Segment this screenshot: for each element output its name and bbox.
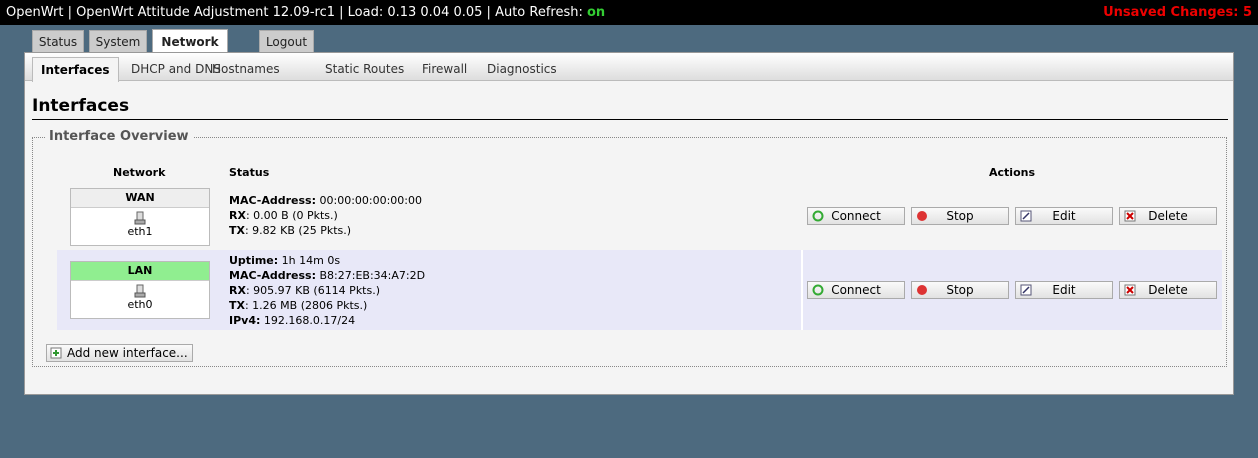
- system-info: OpenWrt | OpenWrt Attitude Adjustment 12…: [6, 0, 605, 25]
- column-separator: [801, 250, 803, 330]
- stop-icon: [917, 211, 927, 221]
- delete-button[interactable]: Delete: [1119, 281, 1217, 299]
- refresh-icon: [812, 210, 824, 222]
- device-name: eth1: [127, 225, 153, 238]
- delete-button[interactable]: Delete: [1119, 207, 1217, 225]
- tab-network[interactable]: Network: [152, 29, 228, 53]
- page-title: Interfaces: [32, 96, 130, 116]
- sub-tabs: Interfaces DHCP and DNS Hostnames Static…: [25, 53, 1233, 82]
- col-network: Network: [113, 166, 166, 179]
- connect-button[interactable]: Connect: [807, 207, 905, 225]
- status-line: IPv4: 192.168.0.17/24: [229, 314, 356, 327]
- status-line: TX: 9.82 KB (25 Pkts.): [229, 224, 352, 237]
- subtab-static-routes[interactable]: Static Routes: [317, 58, 412, 80]
- delete-icon: [1124, 284, 1136, 296]
- stop-button[interactable]: Stop: [911, 281, 1009, 299]
- tab-logout[interactable]: Logout: [259, 30, 314, 52]
- top-status-bar: OpenWrt | OpenWrt Attitude Adjustment 12…: [0, 0, 1258, 25]
- tab-system[interactable]: System: [89, 30, 147, 52]
- subtab-diagnostics[interactable]: Diagnostics: [479, 58, 565, 80]
- connect-button[interactable]: Connect: [807, 281, 905, 299]
- stop-button[interactable]: Stop: [911, 207, 1009, 225]
- title-divider: [32, 119, 1228, 120]
- subtab-hostnames[interactable]: Hostnames: [204, 58, 288, 80]
- network-name: WAN: [71, 189, 209, 208]
- tab-status[interactable]: Status: [32, 30, 84, 52]
- add-icon: [50, 347, 62, 359]
- auto-refresh-toggle[interactable]: on: [587, 5, 605, 20]
- status-line: RX: 0.00 B (0 Pkts.): [229, 209, 338, 222]
- unsaved-changes-link[interactable]: Unsaved Changes: 5: [1103, 0, 1252, 25]
- col-status: Status: [229, 166, 270, 179]
- add-interface-button[interactable]: Add new interface...: [46, 344, 193, 362]
- refresh-icon: [812, 284, 824, 296]
- stop-icon: [917, 285, 927, 295]
- status-line: Uptime: 1h 14m 0s: [229, 254, 341, 267]
- edit-icon: [1020, 284, 1032, 296]
- ethernet-port-icon: [134, 284, 146, 298]
- status-cell: MAC-Address: 00:00:00:00:00:00 RX: 0.00 …: [229, 193, 422, 238]
- delete-icon: [1124, 210, 1136, 222]
- edit-button[interactable]: Edit: [1015, 207, 1113, 225]
- overview-legend: Interface Overview: [45, 129, 193, 144]
- edit-icon: [1020, 210, 1032, 222]
- status-line: MAC-Address: 00:00:00:00:00:00: [229, 194, 423, 207]
- interface-overview: Interface Overview Network Status Action…: [32, 129, 1227, 367]
- content-panel: Interfaces DHCP and DNS Hostnames Static…: [24, 52, 1234, 395]
- add-interface-label: Add new interface...: [67, 346, 188, 360]
- status-line: MAC-Address: B8:27:EB:34:A7:2D: [229, 269, 426, 282]
- status-cell: Uptime: 1h 14m 0s MAC-Address: B8:27:EB:…: [229, 253, 425, 328]
- status-line: TX: 1.26 MB (2806 Pkts.): [229, 299, 368, 312]
- subtab-interfaces[interactable]: Interfaces: [32, 57, 119, 82]
- edit-button[interactable]: Edit: [1015, 281, 1113, 299]
- network-badge-wan[interactable]: WAN eth1: [70, 188, 210, 246]
- network-badge-lan[interactable]: LAN eth0: [70, 261, 210, 319]
- ethernet-port-icon: [134, 211, 146, 225]
- device-name: eth0: [127, 298, 153, 311]
- status-line: RX: 905.97 KB (6114 Pkts.): [229, 284, 381, 297]
- table-row-lan: LAN eth0 Uptime: 1h 14m 0s MAC-Address: …: [57, 250, 1222, 330]
- col-actions: Actions: [989, 166, 1035, 179]
- network-name: LAN: [71, 262, 209, 281]
- table-row-wan: WAN eth1 MAC-Address: 00:00:00:00:00:00 …: [57, 186, 1222, 248]
- system-info-text: OpenWrt | OpenWrt Attitude Adjustment 12…: [6, 5, 587, 20]
- subtab-firewall[interactable]: Firewall: [414, 58, 475, 80]
